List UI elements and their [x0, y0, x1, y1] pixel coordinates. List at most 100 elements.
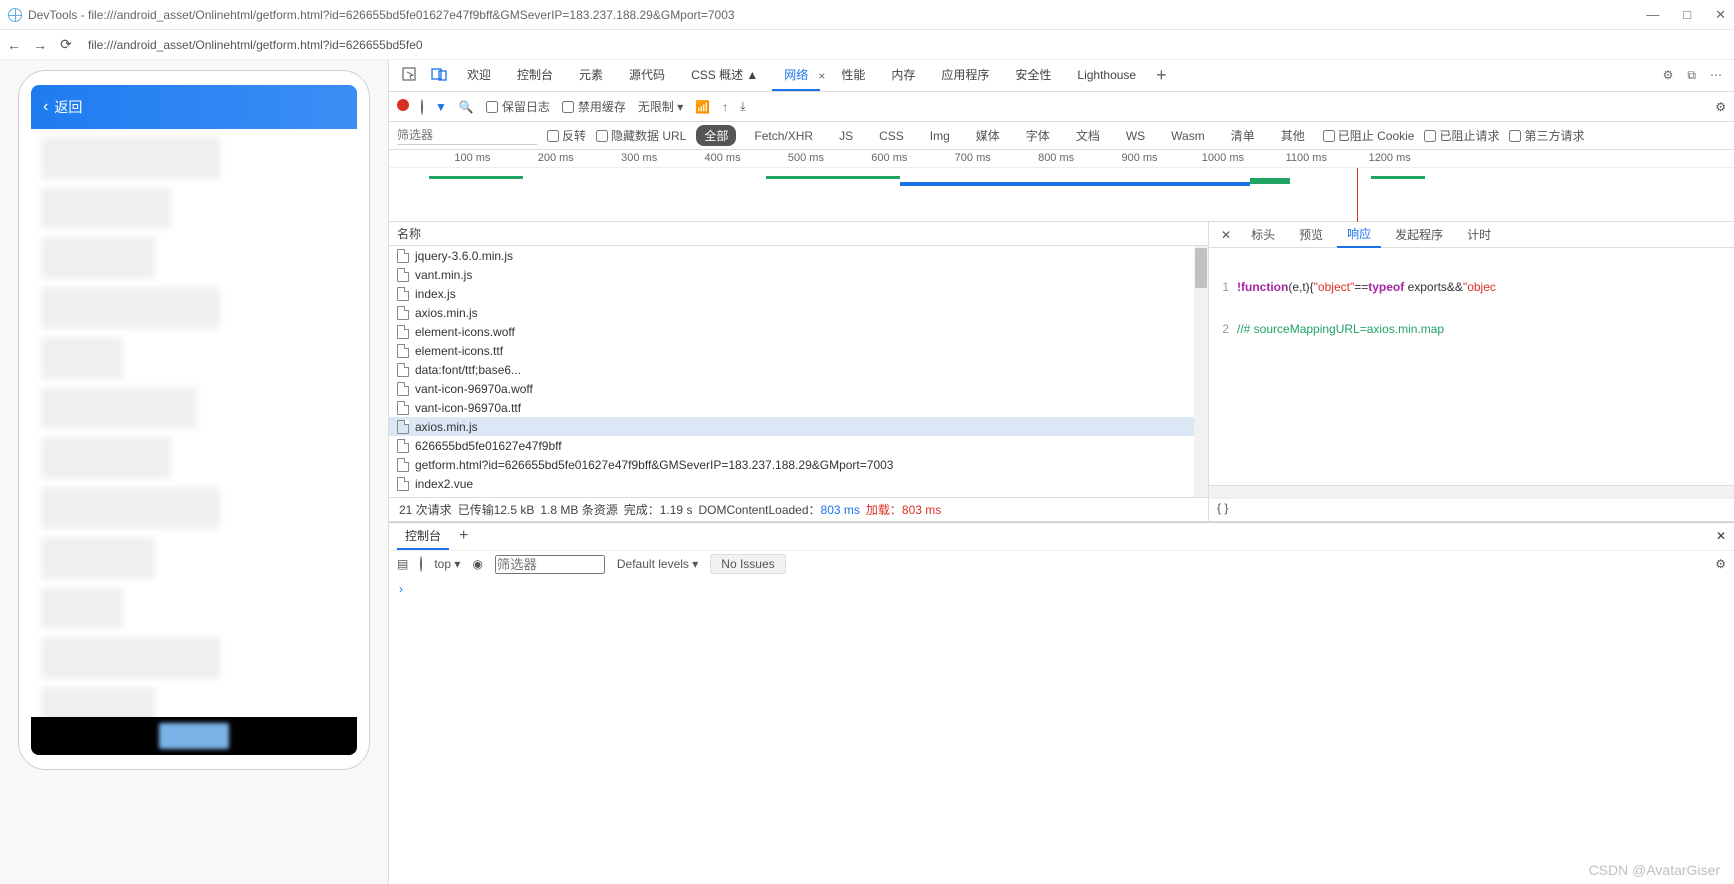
- upload-icon[interactable]: ↑: [722, 100, 728, 114]
- blurred-content: [41, 537, 155, 579]
- filter-js[interactable]: JS: [831, 127, 861, 145]
- request-row[interactable]: element-icons.ttf: [389, 341, 1208, 360]
- invert-checkbox[interactable]: 反转: [547, 127, 586, 144]
- download-icon[interactable]: ⤓: [740, 99, 745, 114]
- filter-img[interactable]: Img: [922, 127, 958, 145]
- detail-tab-headers[interactable]: 标头: [1241, 222, 1285, 247]
- app-footer: [31, 717, 357, 755]
- response-code[interactable]: 1!function(e,t){"object"==typeof exports…: [1209, 248, 1734, 485]
- request-row[interactable]: vant-icon-96970a.ttf: [389, 398, 1208, 417]
- context-select[interactable]: top ▾: [434, 557, 460, 571]
- network-overview[interactable]: 100 ms200 ms300 ms400 ms500 ms600 ms700 …: [389, 150, 1734, 222]
- network-conditions-icon[interactable]: 📶: [695, 100, 710, 114]
- request-row[interactable]: axios.min.js: [389, 417, 1208, 436]
- request-row[interactable]: jquery-3.6.0.min.js: [389, 246, 1208, 265]
- reload-icon[interactable]: ⟳: [58, 36, 74, 53]
- filter-other[interactable]: 其他: [1273, 125, 1313, 146]
- throttle-select[interactable]: 无限制 ▾: [638, 98, 683, 115]
- filter-wasm[interactable]: Wasm: [1163, 127, 1213, 145]
- search-icon[interactable]: 🔍: [459, 100, 474, 114]
- close-detail-icon[interactable]: ✕: [1215, 226, 1237, 244]
- detail-tab-preview[interactable]: 预览: [1289, 222, 1333, 247]
- tab-welcome[interactable]: 欢迎: [455, 60, 503, 91]
- url-text[interactable]: file:///android_asset/Onlinehtml/getform…: [88, 38, 1728, 52]
- detail-tab-initiator[interactable]: 发起程序: [1385, 222, 1453, 247]
- tab-close-icon[interactable]: ×: [816, 67, 827, 85]
- detail-tab-response[interactable]: 响应: [1337, 221, 1381, 248]
- filter-icon[interactable]: ▼: [435, 100, 447, 114]
- horizontal-scrollbar[interactable]: [1209, 485, 1734, 499]
- filter-doc[interactable]: 文档: [1068, 125, 1108, 146]
- filter-input[interactable]: [397, 127, 537, 145]
- minimize-button[interactable]: —: [1646, 7, 1659, 23]
- no-issues-badge[interactable]: No Issues: [710, 554, 785, 574]
- tab-memory[interactable]: 内存: [879, 60, 927, 91]
- console-drawer-tab[interactable]: 控制台: [397, 523, 449, 550]
- tab-sources[interactable]: 源代码: [617, 60, 677, 91]
- log-levels-select[interactable]: Default levels ▾: [617, 557, 698, 571]
- pretty-print-button[interactable]: { }: [1209, 499, 1734, 521]
- tab-elements[interactable]: 元素: [567, 60, 615, 91]
- timeline-tick: 1000 ms: [1202, 152, 1244, 164]
- gear-icon[interactable]: ⚙: [1663, 68, 1674, 83]
- tab-css-overview[interactable]: CSS 概述 ▲: [679, 60, 770, 91]
- detail-tab-timing[interactable]: 计时: [1457, 222, 1501, 247]
- tab-console[interactable]: 控制台: [505, 60, 565, 91]
- filter-all[interactable]: 全部: [696, 125, 736, 146]
- request-row[interactable]: 626655bd5fe01627e47f9bff: [389, 436, 1208, 455]
- preserve-log-checkbox[interactable]: 保留日志: [486, 98, 550, 115]
- add-drawer-tab-icon[interactable]: +: [459, 527, 468, 545]
- close-button[interactable]: ✕: [1715, 7, 1726, 23]
- console-body[interactable]: ›: [389, 578, 1734, 884]
- request-row[interactable]: vant.min.js: [389, 265, 1208, 284]
- console-sidebar-icon[interactable]: ▤: [397, 557, 408, 571]
- filter-css[interactable]: CSS: [871, 127, 912, 145]
- back-icon[interactable]: ←: [6, 37, 22, 53]
- scrollbar[interactable]: [1194, 246, 1208, 497]
- tab-application[interactable]: 应用程序: [929, 60, 1001, 91]
- console-settings-icon[interactable]: ⚙: [1715, 557, 1726, 571]
- device-frame: ‹ 返回: [18, 70, 370, 770]
- console-clear-icon[interactable]: [420, 557, 422, 571]
- request-row[interactable]: data:font/ttf;base6...: [389, 360, 1208, 379]
- dock-icon[interactable]: ⧉: [1687, 68, 1696, 83]
- filter-media[interactable]: 媒体: [968, 125, 1008, 146]
- inspect-icon[interactable]: [395, 62, 423, 89]
- filter-font[interactable]: 字体: [1018, 125, 1058, 146]
- filter-ws[interactable]: WS: [1118, 127, 1153, 145]
- column-header-name[interactable]: 名称: [389, 222, 1208, 246]
- request-row[interactable]: axios.min.js: [389, 303, 1208, 322]
- disable-cache-checkbox[interactable]: 禁用缓存: [562, 98, 626, 115]
- tab-performance[interactable]: 性能: [829, 60, 877, 91]
- tab-security[interactable]: 安全性: [1003, 60, 1063, 91]
- record-button[interactable]: [397, 99, 409, 114]
- console-filter-input[interactable]: [495, 555, 605, 574]
- blocked-cookies-checkbox[interactable]: 已阻止 Cookie: [1323, 127, 1415, 144]
- app-header[interactable]: ‹ 返回: [31, 85, 357, 129]
- blurred-content: [41, 437, 171, 479]
- settings-icon[interactable]: ⚙: [1715, 100, 1726, 114]
- device-toggle-icon[interactable]: [425, 62, 453, 89]
- request-row[interactable]: element-icons.woff: [389, 322, 1208, 341]
- request-row[interactable]: index2.vue: [389, 474, 1208, 493]
- third-party-checkbox[interactable]: 第三方请求: [1509, 127, 1584, 144]
- filter-manifest[interactable]: 清单: [1223, 125, 1263, 146]
- live-expression-icon[interactable]: ◉: [472, 557, 482, 571]
- timeline-tick: 1100 ms: [1286, 152, 1327, 164]
- tab-lighthouse[interactable]: Lighthouse: [1065, 62, 1148, 90]
- add-tab-icon[interactable]: +: [1150, 61, 1173, 90]
- request-row[interactable]: index.js: [389, 284, 1208, 303]
- blocked-requests-checkbox[interactable]: 已阻止请求: [1424, 127, 1499, 144]
- close-drawer-icon[interactable]: ✕: [1716, 529, 1726, 543]
- tab-network[interactable]: 网络: [772, 60, 820, 91]
- devtools-panel: 欢迎 控制台 元素 源代码 CSS 概述 ▲ 网络 × 性能 内存 应用程序 安…: [388, 60, 1734, 884]
- forward-icon[interactable]: →: [32, 37, 48, 53]
- more-icon[interactable]: ⋯: [1710, 68, 1722, 83]
- request-row[interactable]: vant-icon-96970a.woff: [389, 379, 1208, 398]
- clear-button[interactable]: [421, 100, 423, 114]
- filter-fetch[interactable]: Fetch/XHR: [746, 127, 821, 145]
- request-row[interactable]: getform.html?id=626655bd5fe01627e47f9bff…: [389, 455, 1208, 474]
- request-name: axios.min.js: [415, 306, 478, 320]
- hide-data-url-checkbox[interactable]: 隐藏数据 URL: [596, 127, 686, 144]
- maximize-button[interactable]: □: [1683, 7, 1691, 23]
